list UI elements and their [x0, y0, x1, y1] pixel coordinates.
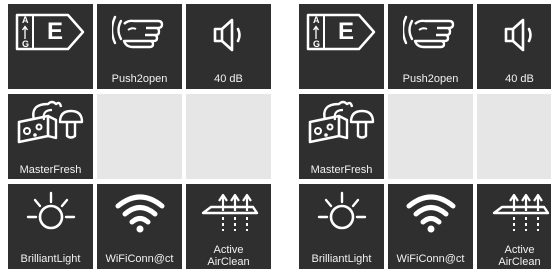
brilliantlight-tile: BrilliantLight	[8, 184, 93, 269]
wifi-label: WiFiConn@ct	[396, 253, 465, 265]
energy-scale-top: A	[22, 15, 29, 25]
airclean-tile: Active AirClean	[477, 184, 551, 269]
masterfresh-icon	[299, 98, 384, 146]
masterfresh-tile: MasterFresh	[8, 94, 93, 179]
wifi-tile: WiFiConn@ct	[388, 184, 473, 269]
empty-tile	[477, 94, 551, 179]
airclean-label-line1: Active	[213, 244, 244, 256]
energy-scale-bottom: G	[22, 39, 30, 49]
wifi-label: WiFiConn@ct	[105, 253, 174, 265]
brilliantlight-tile: BrilliantLight	[299, 184, 384, 269]
noise-label: 40 dB	[214, 73, 243, 85]
airclean-tile: Active AirClean	[186, 184, 271, 269]
hand-push-icon	[97, 10, 182, 56]
brilliantlight-label: BrilliantLight	[311, 253, 372, 265]
airclean-label-line1: Active	[504, 244, 535, 256]
light-icon	[8, 190, 93, 236]
noise-tile: 40 dB	[477, 4, 551, 89]
energy-class-tile: A G E	[299, 4, 384, 89]
masterfresh-label: MasterFresh	[19, 164, 82, 176]
airclean-label-line2: AirClean	[207, 256, 250, 268]
hand-push-icon	[388, 10, 473, 56]
energy-scale-bottom: G	[313, 39, 321, 49]
push2open-tile: Push2open	[388, 4, 473, 89]
push2open-tile: Push2open	[97, 4, 182, 89]
empty-tile	[186, 94, 271, 179]
energy-class-letter: E	[338, 18, 355, 45]
feature-panel-left: A G E Push2open 40 dB MasterFresh Brilli…	[8, 4, 272, 269]
masterfresh-icon	[8, 98, 93, 146]
airclean-icon	[186, 189, 271, 233]
empty-tile	[388, 94, 473, 179]
empty-tile	[97, 94, 182, 179]
masterfresh-label: MasterFresh	[310, 164, 373, 176]
brilliantlight-label: BrilliantLight	[20, 253, 81, 265]
energy-scale-top: A	[313, 15, 320, 25]
wifi-icon	[97, 192, 182, 234]
energy-class-tile: A G E	[8, 4, 93, 89]
noise-label: 40 dB	[505, 73, 534, 85]
feature-panel-right: A G E Push2open 40 dB MasterFresh Brilli…	[299, 4, 551, 269]
airclean-icon	[477, 189, 551, 233]
push2open-label: Push2open	[402, 73, 459, 85]
masterfresh-tile: MasterFresh	[299, 94, 384, 179]
noise-tile: 40 dB	[186, 4, 271, 89]
wifi-icon	[388, 192, 473, 234]
push2open-label: Push2open	[111, 73, 168, 85]
energy-class-letter: E	[47, 18, 64, 45]
light-icon	[299, 190, 384, 236]
speaker-icon	[477, 15, 551, 55]
airclean-label-line2: AirClean	[498, 256, 541, 268]
wifi-tile: WiFiConn@ct	[97, 184, 182, 269]
speaker-icon	[186, 15, 271, 55]
